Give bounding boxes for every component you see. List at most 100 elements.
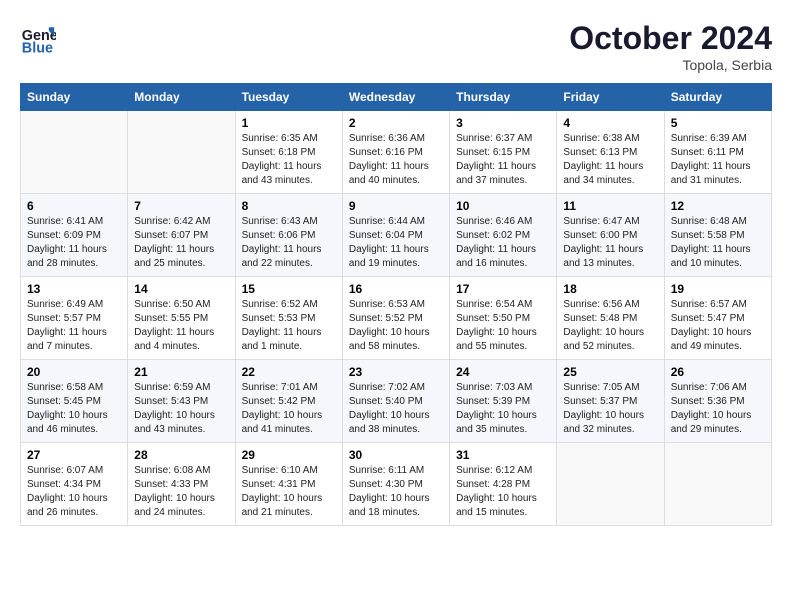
day-number: 27 bbox=[27, 448, 121, 462]
day-number: 1 bbox=[242, 116, 336, 130]
calendar-cell: 5 Sunrise: 6:39 AM Sunset: 6:11 PM Daylig… bbox=[664, 111, 771, 194]
day-number: 20 bbox=[27, 365, 121, 379]
day-info: Sunrise: 6:49 AM Sunset: 5:57 PM Dayligh… bbox=[27, 298, 121, 354]
day-info: Sunrise: 6:58 AM Sunset: 5:45 PM Dayligh… bbox=[27, 381, 121, 437]
day-info: Sunrise: 6:54 AM Sunset: 5:50 PM Dayligh… bbox=[456, 298, 550, 354]
calendar-cell: 24 Sunrise: 7:03 AM Sunset: 5:39 PM Dayli… bbox=[450, 360, 557, 443]
day-number: 14 bbox=[134, 282, 228, 296]
day-number: 6 bbox=[27, 199, 121, 213]
calendar-cell: 23 Sunrise: 7:02 AM Sunset: 5:40 PM Dayli… bbox=[342, 360, 449, 443]
day-number: 13 bbox=[27, 282, 121, 296]
svg-text:Blue: Blue bbox=[22, 40, 53, 56]
week-row-2: 6 Sunrise: 6:41 AM Sunset: 6:09 PM Daylig… bbox=[21, 194, 772, 277]
calendar-cell: 2Sunrise: 6:36 AM Sunset: 6:16 PM Daylig… bbox=[342, 111, 449, 194]
day-number: 18 bbox=[563, 282, 657, 296]
calendar-cell bbox=[21, 111, 128, 194]
day-info: Sunrise: 6:12 AM Sunset: 4:28 PM Dayligh… bbox=[456, 464, 550, 520]
calendar-cell: 17Sunrise: 6:54 AM Sunset: 5:50 PM Dayli… bbox=[450, 277, 557, 360]
day-number: 26 bbox=[671, 365, 765, 379]
day-info: Sunrise: 6:42 AM Sunset: 6:07 PM Dayligh… bbox=[134, 215, 228, 271]
day-number: 5 bbox=[671, 116, 765, 130]
week-row-1: 1Sunrise: 6:35 AM Sunset: 6:18 PM Daylig… bbox=[21, 111, 772, 194]
day-number: 24 bbox=[456, 365, 550, 379]
header-row: SundayMondayTuesdayWednesdayThursdayFrid… bbox=[21, 84, 772, 111]
day-info: Sunrise: 6:39 AM Sunset: 6:11 PM Dayligh… bbox=[671, 132, 765, 188]
calendar-cell: 19 Sunrise: 6:57 AM Sunset: 5:47 PM Dayli… bbox=[664, 277, 771, 360]
day-number: 9 bbox=[349, 199, 443, 213]
title-area: October 2024 Topola, Serbia bbox=[569, 20, 772, 73]
week-row-5: 27 Sunrise: 6:07 AM Sunset: 4:34 PM Dayli… bbox=[21, 443, 772, 526]
day-info: Sunrise: 6:47 AM Sunset: 6:00 PM Dayligh… bbox=[563, 215, 657, 271]
day-number: 3 bbox=[456, 116, 550, 130]
calendar-cell: 30 Sunrise: 6:11 AM Sunset: 4:30 PM Dayli… bbox=[342, 443, 449, 526]
day-info: Sunrise: 6:57 AM Sunset: 5:47 PM Dayligh… bbox=[671, 298, 765, 354]
calendar-cell: 13 Sunrise: 6:49 AM Sunset: 5:57 PM Dayli… bbox=[21, 277, 128, 360]
calendar-cell: 26 Sunrise: 7:06 AM Sunset: 5:36 PM Dayli… bbox=[664, 360, 771, 443]
day-number: 4 bbox=[563, 116, 657, 130]
calendar-cell: 14 Sunrise: 6:50 AM Sunset: 5:55 PM Dayli… bbox=[128, 277, 235, 360]
calendar-cell: 3 Sunrise: 6:37 AM Sunset: 6:15 PM Daylig… bbox=[450, 111, 557, 194]
day-info: Sunrise: 6:46 AM Sunset: 6:02 PM Dayligh… bbox=[456, 215, 550, 271]
calendar-cell: 11Sunrise: 6:47 AM Sunset: 6:00 PM Dayli… bbox=[557, 194, 664, 277]
calendar-cell: 16 Sunrise: 6:53 AM Sunset: 5:52 PM Dayli… bbox=[342, 277, 449, 360]
calendar-cell: 28 Sunrise: 6:08 AM Sunset: 4:33 PM Dayli… bbox=[128, 443, 235, 526]
day-info: Sunrise: 6:07 AM Sunset: 4:34 PM Dayligh… bbox=[27, 464, 121, 520]
calendar-cell bbox=[557, 443, 664, 526]
week-row-3: 13 Sunrise: 6:49 AM Sunset: 5:57 PM Dayli… bbox=[21, 277, 772, 360]
day-info: Sunrise: 6:41 AM Sunset: 6:09 PM Dayligh… bbox=[27, 215, 121, 271]
calendar-cell: 27 Sunrise: 6:07 AM Sunset: 4:34 PM Dayli… bbox=[21, 443, 128, 526]
day-number: 22 bbox=[242, 365, 336, 379]
day-info: Sunrise: 6:44 AM Sunset: 6:04 PM Dayligh… bbox=[349, 215, 443, 271]
calendar-cell: 20 Sunrise: 6:58 AM Sunset: 5:45 PM Dayli… bbox=[21, 360, 128, 443]
calendar-cell: 29 Sunrise: 6:10 AM Sunset: 4:31 PM Dayli… bbox=[235, 443, 342, 526]
day-info: Sunrise: 6:38 AM Sunset: 6:13 PM Dayligh… bbox=[563, 132, 657, 188]
day-number: 15 bbox=[242, 282, 336, 296]
day-info: Sunrise: 7:06 AM Sunset: 5:36 PM Dayligh… bbox=[671, 381, 765, 437]
day-info: Sunrise: 6:10 AM Sunset: 4:31 PM Dayligh… bbox=[242, 464, 336, 520]
day-number: 16 bbox=[349, 282, 443, 296]
day-number: 30 bbox=[349, 448, 443, 462]
calendar-cell: 12Sunrise: 6:48 AM Sunset: 5:58 PM Dayli… bbox=[664, 194, 771, 277]
calendar-cell: 4 Sunrise: 6:38 AM Sunset: 6:13 PM Daylig… bbox=[557, 111, 664, 194]
logo-icon: General Blue bbox=[20, 20, 56, 56]
calendar-cell: 18 Sunrise: 6:56 AM Sunset: 5:48 PM Dayli… bbox=[557, 277, 664, 360]
day-number: 19 bbox=[671, 282, 765, 296]
day-info: Sunrise: 7:02 AM Sunset: 5:40 PM Dayligh… bbox=[349, 381, 443, 437]
day-info: Sunrise: 6:43 AM Sunset: 6:06 PM Dayligh… bbox=[242, 215, 336, 271]
day-info: Sunrise: 6:36 AM Sunset: 6:16 PM Dayligh… bbox=[349, 132, 443, 188]
day-number: 31 bbox=[456, 448, 550, 462]
location-subtitle: Topola, Serbia bbox=[569, 57, 772, 73]
day-info: Sunrise: 7:03 AM Sunset: 5:39 PM Dayligh… bbox=[456, 381, 550, 437]
day-info: Sunrise: 6:37 AM Sunset: 6:15 PM Dayligh… bbox=[456, 132, 550, 188]
calendar-cell: 9 Sunrise: 6:44 AM Sunset: 6:04 PM Daylig… bbox=[342, 194, 449, 277]
weekday-header-sunday: Sunday bbox=[21, 84, 128, 111]
calendar-cell: 22 Sunrise: 7:01 AM Sunset: 5:42 PM Dayli… bbox=[235, 360, 342, 443]
weekday-header-friday: Friday bbox=[557, 84, 664, 111]
day-number: 10 bbox=[456, 199, 550, 213]
day-number: 29 bbox=[242, 448, 336, 462]
calendar-cell bbox=[664, 443, 771, 526]
weekday-header-wednesday: Wednesday bbox=[342, 84, 449, 111]
calendar-cell: 15Sunrise: 6:52 AM Sunset: 5:53 PM Dayli… bbox=[235, 277, 342, 360]
day-info: Sunrise: 6:56 AM Sunset: 5:48 PM Dayligh… bbox=[563, 298, 657, 354]
weekday-header-monday: Monday bbox=[128, 84, 235, 111]
day-number: 21 bbox=[134, 365, 228, 379]
weekday-header-saturday: Saturday bbox=[664, 84, 771, 111]
calendar-cell: 25Sunrise: 7:05 AM Sunset: 5:37 PM Dayli… bbox=[557, 360, 664, 443]
day-info: Sunrise: 6:11 AM Sunset: 4:30 PM Dayligh… bbox=[349, 464, 443, 520]
day-info: Sunrise: 6:53 AM Sunset: 5:52 PM Dayligh… bbox=[349, 298, 443, 354]
day-info: Sunrise: 6:50 AM Sunset: 5:55 PM Dayligh… bbox=[134, 298, 228, 354]
day-number: 23 bbox=[349, 365, 443, 379]
day-number: 25 bbox=[563, 365, 657, 379]
day-number: 12 bbox=[671, 199, 765, 213]
week-row-4: 20 Sunrise: 6:58 AM Sunset: 5:45 PM Dayli… bbox=[21, 360, 772, 443]
calendar-cell: 7Sunrise: 6:42 AM Sunset: 6:07 PM Daylig… bbox=[128, 194, 235, 277]
logo: General Blue bbox=[20, 20, 56, 56]
day-info: Sunrise: 7:01 AM Sunset: 5:42 PM Dayligh… bbox=[242, 381, 336, 437]
weekday-header-thursday: Thursday bbox=[450, 84, 557, 111]
calendar-cell bbox=[128, 111, 235, 194]
day-info: Sunrise: 6:08 AM Sunset: 4:33 PM Dayligh… bbox=[134, 464, 228, 520]
header-area: General Blue October 2024 Topola, Serbia bbox=[20, 20, 772, 73]
day-number: 28 bbox=[134, 448, 228, 462]
month-title: October 2024 bbox=[569, 20, 772, 57]
